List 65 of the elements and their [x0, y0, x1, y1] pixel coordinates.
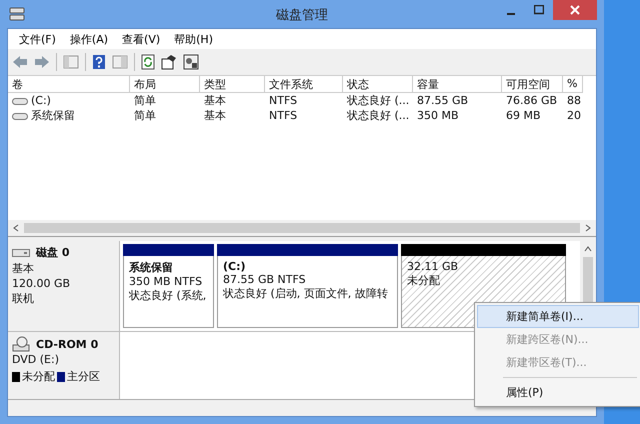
maximize-icon — [534, 5, 544, 15]
table-cell: 20 — [567, 109, 581, 122]
column-header[interactable]: 类型 — [200, 76, 265, 93]
column-header[interactable]: 容量 — [413, 76, 502, 93]
partition[interactable]: (C:) 87.55 GB NTFS 状态良好 (启动, 页面文件, 故障转 — [217, 256, 398, 328]
column-header[interactable]: 文件系统 — [265, 76, 343, 93]
table-cell: NTFS — [269, 109, 298, 122]
window-title: 磁盘管理 — [276, 7, 328, 24]
menu-item[interactable]: 帮助(H) — [167, 32, 220, 46]
partition[interactable]: 系统保留 350 MB NTFS 状态良好 (系统, — [123, 256, 214, 328]
disk-name: CD-ROM 0 — [36, 338, 98, 350]
partition-size: 32.11 GB — [407, 260, 460, 273]
context-menu-item[interactable]: 属性(P) — [477, 381, 639, 404]
table-cell: 76.86 GB — [506, 94, 558, 107]
horizontal-scrollbar[interactable] — [8, 220, 596, 236]
legend-label: 主分区 — [67, 369, 100, 384]
table-cell: 状态良好 (... — [347, 93, 410, 108]
cd-drive-icon — [12, 336, 30, 352]
scroll-right-icon[interactable] — [584, 224, 592, 232]
scroll-left-icon[interactable] — [12, 224, 20, 232]
partition-status: 状态良好 (系统, — [129, 288, 208, 303]
refresh-icon[interactable] — [141, 54, 155, 70]
minimize-icon — [507, 13, 515, 15]
partition-size: 350 MB NTFS — [129, 275, 204, 288]
forward-arrow-icon[interactable] — [34, 55, 50, 69]
table-cell: 350 MB — [417, 109, 459, 122]
drive-icon — [12, 96, 28, 104]
partition-status: 未分配 — [407, 273, 441, 288]
table-cell: (C:) — [31, 94, 51, 107]
disk-name: 磁盘 0 — [36, 245, 70, 260]
table-cell: 69 MB — [506, 109, 541, 122]
table-cell: 状态良好 (... — [347, 108, 410, 123]
context-menu-item[interactable]: 新建简单卷(I)... — [477, 305, 639, 328]
legend-label: 未分配 — [22, 369, 55, 384]
table-cell: 基本 — [204, 108, 226, 123]
column-header[interactable]: 状态 — [343, 76, 413, 93]
table-cell: 简单 — [134, 108, 156, 123]
disk-info: DVD (E:) — [12, 353, 60, 366]
menu-item[interactable]: 查看(V) — [115, 32, 168, 46]
table-cell: 系统保留 — [31, 108, 75, 123]
table-cell: 基本 — [204, 93, 226, 108]
menu-item[interactable]: 操作(A) — [62, 32, 116, 46]
properties-icon[interactable] — [183, 54, 199, 70]
table-cell: 简单 — [134, 93, 156, 108]
disk-info: 基本 — [12, 261, 35, 276]
close-icon — [570, 5, 580, 15]
partition-name: (C:) — [223, 260, 247, 273]
help-icon[interactable] — [92, 54, 106, 70]
partition-size: 87.55 GB NTFS — [223, 273, 307, 286]
disk-info: 联机 — [12, 291, 35, 306]
back-arrow-icon[interactable] — [12, 55, 28, 69]
column-header[interactable]: % — [563, 76, 583, 93]
partition-name: 系统保留 — [129, 260, 174, 275]
table-cell: 88 — [567, 94, 581, 107]
scroll-up-icon[interactable] — [584, 245, 592, 253]
partition-status: 状态良好 (启动, 页面文件, 故障转 — [223, 286, 389, 301]
column-header[interactable]: 可用空间 — [502, 76, 563, 93]
column-header[interactable]: 卷 — [8, 76, 130, 93]
table-cell: 87.55 GB — [417, 94, 468, 107]
disk-info: 120.00 GB — [12, 277, 72, 290]
table-cell: NTFS — [269, 94, 298, 107]
close-button[interactable] — [553, 0, 597, 20]
menu-item[interactable]: 文件(F) — [12, 32, 63, 46]
column-header[interactable]: 布局 — [130, 76, 200, 93]
drive-icon — [12, 112, 28, 120]
